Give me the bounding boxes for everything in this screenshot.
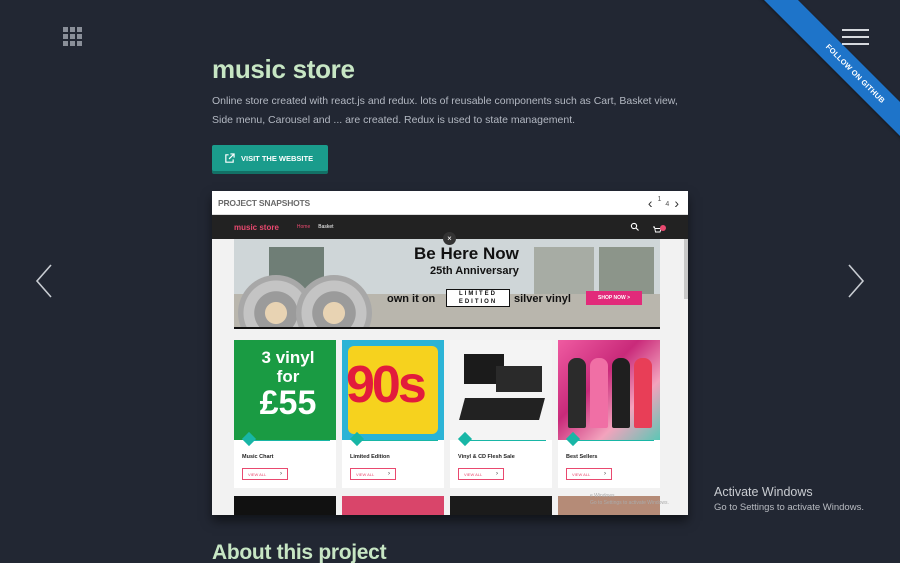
snapshot-next-icon[interactable]: › [674,196,679,210]
snapshots-title: PROJECT SNAPSHOTS [218,197,311,208]
art-90s: 90s [346,356,427,414]
chevron-left-icon [35,264,52,298]
hamburger-menu-icon[interactable] [842,29,869,45]
snapshot-prev-icon[interactable]: ‹ [648,196,653,210]
carousel-next-button[interactable] [846,263,866,299]
project-snapshots-panel: PROJECT SNAPSHOTS ‹ 1 4 › music store Ho… [212,191,688,515]
snapshots-header: PROJECT SNAPSHOTS ‹ 1 4 › [212,191,688,215]
view-all-button[interactable]: VIEW ALL › [350,468,396,480]
cart-count-badge [660,225,666,231]
inner-activate-windows: e Windows Go to Settings to activate Win… [590,493,669,506]
banner-silver-vinyl: silver vinyl [514,293,571,305]
visit-website-label: VISIT THE WEBSITE [241,153,314,163]
art-price: £55 [259,384,317,422]
card-label: Limited Edition [350,454,390,460]
view-all-button[interactable]: VIEW ALL › [566,468,612,480]
snapshot-total-pages: 4 [665,201,670,208]
best-sellers-art [558,340,660,440]
store-hero-banner[interactable]: Be Here Now 25th Anniversary own it on L… [234,239,660,329]
snapshot-current-page: 1 [657,196,662,203]
banner-headline: Be Here Now [414,244,519,263]
activate-windows-title: Activate Windows [714,485,813,499]
category-card-best-sellers[interactable]: Best Sellers VIEW ALL › [558,340,660,488]
shop-now-button[interactable]: SHOP NOW > [586,291,642,305]
grid-menu-icon[interactable] [63,27,82,46]
category-card-limited-edition[interactable]: 90s Limited Edition VIEW ALL › [342,340,444,488]
page-title: music store [212,54,355,84]
search-icon[interactable] [630,222,640,232]
visit-website-button[interactable]: VISIT THE WEBSITE [212,145,328,171]
flash-sale-art [450,340,552,440]
close-icon[interactable]: × [443,232,456,245]
store-logo[interactable]: music store [234,223,279,232]
chevron-right-icon [848,264,865,298]
banner-own-text: own it on [387,293,436,305]
carousel-prev-button[interactable] [34,263,54,299]
category-card-music-chart[interactable]: 3 vinyl for £55 Music Chart VIEW ALL › [234,340,336,488]
card-label: Music Chart [242,454,274,460]
art-line1: 3 vinyl [261,348,315,367]
snapshot-pager: ‹ 1 4 › [645,196,682,210]
banner-limited-edition: LIMITED EDITION [446,289,510,307]
project-description: Online store created with react.js and r… [212,95,678,126]
store-nav-basket[interactable]: Basket [318,224,333,230]
about-heading: About this project [212,541,387,563]
store-screenshot: music store Home Basket × Be Here Now 25… [212,215,688,515]
external-link-icon [225,152,235,163]
store-scrollbar[interactable] [684,239,688,299]
music-chart-art: 3 vinyl for £55 [234,340,336,440]
github-ribbon-container: FOLLOW ON GITHUB [740,0,900,160]
activate-windows-watermark: Activate Windows Go to Settings to activ… [714,485,864,513]
store-category-cards: 3 vinyl for £55 Music Chart VIEW ALL › 90… [234,340,664,488]
view-all-button[interactable]: VIEW ALL › [458,468,504,480]
store-nav-home[interactable]: Home [297,224,310,230]
category-card-flash-sale[interactable]: Vinyl & CD Flesh Sale VIEW ALL › [450,340,552,488]
limited-edition-art: 90s [342,340,444,440]
card-label: Best Sellers [566,454,598,460]
follow-on-github-ribbon[interactable]: FOLLOW ON GITHUB [758,0,900,160]
card-label: Vinyl & CD Flesh Sale [458,454,515,460]
view-all-button[interactable]: VIEW ALL › [242,468,288,480]
activate-windows-subtitle: Go to Settings to activate Windows. [714,502,864,513]
banner-subline: 25th Anniversary [430,265,519,277]
cart-icon[interactable] [652,222,666,233]
